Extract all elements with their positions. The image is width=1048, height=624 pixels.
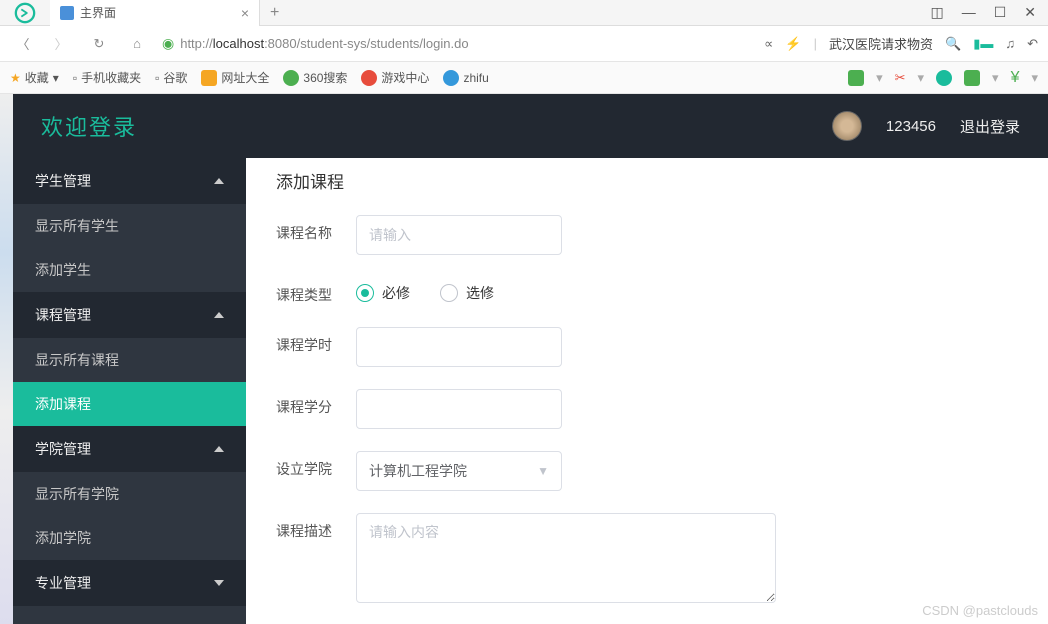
restore-icon[interactable]: ↶ — [1027, 36, 1038, 52]
url-field[interactable]: ◉ http://localhost:8080/student-sys/stud… — [162, 35, 752, 52]
close-tab-icon[interactable]: × — [241, 5, 249, 21]
label-course-type: 课程类型 — [276, 277, 356, 305]
chevron-down-icon — [214, 580, 224, 586]
ext-icon[interactable] — [848, 70, 864, 86]
page-title: 添加课程 — [276, 168, 1018, 193]
scissors-icon[interactable]: ✂ — [895, 70, 906, 86]
course-hours-input[interactable] — [356, 327, 562, 367]
label-course-hours: 课程学时 — [276, 327, 356, 355]
app-title: 欢迎登录 — [41, 110, 137, 142]
avatar[interactable] — [832, 111, 862, 141]
bookmark-item[interactable]: zhifu — [443, 70, 488, 86]
url-text: http://localhost:8080/student-sys/studen… — [180, 36, 468, 51]
close-window-icon[interactable]: ✕ — [1024, 4, 1036, 21]
ext-icon[interactable] — [964, 70, 980, 86]
sidebar-group-course[interactable]: 课程管理 — [13, 292, 246, 338]
sidebar: 学生管理 显示所有学生 添加学生 课程管理 显示所有课程 添加课程 学院管理 显… — [13, 158, 246, 624]
sidebar-group-major[interactable]: 专业管理 — [13, 560, 246, 606]
browser-logo — [0, 2, 50, 24]
bookmark-item[interactable]: ▫ 谷歌 — [155, 69, 187, 86]
reload-button[interactable]: ↻ — [86, 31, 112, 57]
browser-tabs-bar: 主界面 × + ◫ — ☐ ✕ — [0, 0, 1048, 26]
bolt-icon[interactable]: ⚡ — [785, 36, 801, 52]
ext-icon[interactable] — [936, 70, 952, 86]
share-icon[interactable]: ∝ — [764, 36, 773, 52]
course-name-input[interactable] — [356, 215, 562, 255]
college-select-value: 计算机工程学院 — [369, 461, 467, 481]
label-course-name: 课程名称 — [276, 215, 356, 243]
bookmark-item[interactable]: 360搜索 — [283, 69, 347, 86]
sidebar-item[interactable]: 显示所有学院 — [13, 472, 246, 516]
bookmark-item[interactable]: 游戏中心 — [361, 69, 429, 86]
tab-favicon — [60, 6, 74, 20]
app-container: 欢迎登录 123456 退出登录 学生管理 显示所有学生 添加学生 课程管理 显… — [13, 94, 1048, 624]
headphone-icon[interactable]: ♫ — [1005, 36, 1015, 51]
content-area: 添加课程 课程名称 课程类型 必修 选修 课程学时 课程学分 — [246, 158, 1048, 624]
logout-link[interactable]: 退出登录 — [960, 116, 1020, 137]
bookmark-item[interactable]: ▫ 手机收藏夹 — [73, 69, 141, 86]
label-course-credit: 课程学分 — [276, 389, 356, 417]
course-credit-input[interactable] — [356, 389, 562, 429]
label-college: 设立学院 — [276, 451, 356, 479]
sidebar-item[interactable]: 显示所有课程 — [13, 338, 246, 382]
home-button[interactable]: ⌂ — [124, 31, 150, 57]
hot-search-text[interactable]: 武汉医院请求物资 — [829, 34, 933, 53]
sidebar-group-student[interactable]: 学生管理 — [13, 158, 246, 204]
divider: | — [814, 36, 817, 51]
search-icon[interactable]: 🔍 — [945, 36, 961, 52]
battery-icon[interactable]: ▮▬ — [973, 36, 993, 52]
sidebar-group-college[interactable]: 学院管理 — [13, 426, 246, 472]
currency-icon[interactable]: ¥ — [1011, 69, 1020, 87]
label-course-desc: 课程描述 — [276, 513, 356, 541]
app-header: 欢迎登录 123456 退出登录 — [13, 94, 1048, 158]
bookmark-item[interactable]: 网址大全 — [201, 69, 269, 86]
bookmarks-bar: ★收藏 ▾ ▫ 手机收藏夹 ▫ 谷歌 网址大全 360搜索 游戏中心 zhifu… — [0, 62, 1048, 94]
shield-icon: ◉ — [162, 35, 174, 52]
chevron-up-icon — [214, 312, 224, 318]
wardrobe-icon[interactable]: ◫ — [930, 4, 943, 21]
browser-tab[interactable]: 主界面 × — [50, 0, 260, 26]
sidebar-item[interactable]: 添加学院 — [13, 516, 246, 560]
course-desc-textarea[interactable] — [356, 513, 776, 603]
chevron-up-icon — [214, 446, 224, 452]
window-controls: ◫ — ☐ ✕ — [930, 4, 1048, 21]
new-tab-button[interactable]: + — [260, 4, 289, 22]
radio-optional[interactable]: 选修 — [440, 283, 494, 303]
minimize-icon[interactable]: — — [962, 4, 976, 21]
watermark: CSDN @pastclouds — [922, 603, 1038, 618]
sidebar-item[interactable]: 显示所有学生 — [13, 204, 246, 248]
chevron-down-icon: ▼ — [537, 464, 549, 478]
radio-required[interactable]: 必修 — [356, 283, 410, 303]
tab-title-text: 主界面 — [80, 4, 116, 21]
sidebar-item-add-course[interactable]: 添加课程 — [13, 382, 246, 426]
back-button[interactable]: 〈 — [10, 31, 36, 57]
chevron-up-icon — [214, 178, 224, 184]
sidebar-item[interactable]: 添加学生 — [13, 248, 246, 292]
maximize-icon[interactable]: ☐ — [994, 4, 1007, 21]
forward-button[interactable]: 〉 — [48, 31, 74, 57]
favorites-button[interactable]: ★收藏 ▾ — [10, 69, 59, 86]
address-bar: 〈 〉 ↻ ⌂ ◉ http://localhost:8080/student-… — [0, 26, 1048, 62]
college-select[interactable]: 计算机工程学院 ▼ — [356, 451, 562, 491]
left-app-stripe — [0, 94, 13, 624]
user-id: 123456 — [886, 118, 936, 135]
